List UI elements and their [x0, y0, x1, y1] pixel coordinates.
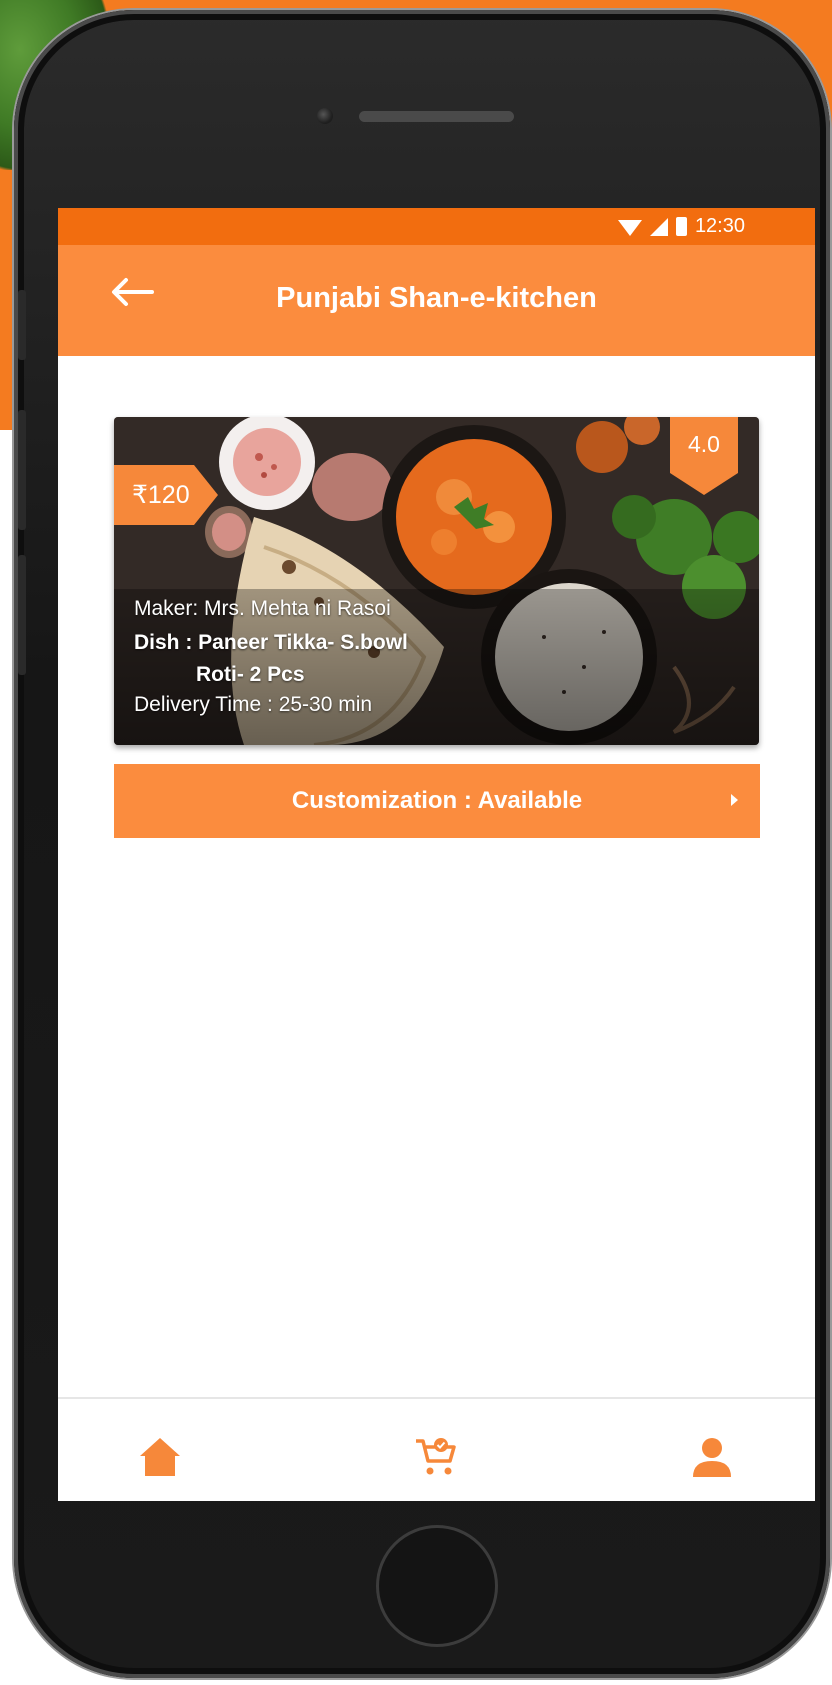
phone-side-button: [18, 290, 26, 360]
app-bar: Punjabi Shan-e-kitchen: [58, 245, 815, 356]
phone-side-button: [18, 410, 26, 530]
dish-price: ₹120: [132, 481, 190, 509]
customization-label: Customization : Available: [291, 787, 583, 814]
status-bar: 12:30: [58, 208, 815, 245]
dish-card[interactable]: ₹120 4.0 Maker: Mrs. Mehta ni Rasoi Dish…: [114, 417, 759, 745]
earpiece-speaker: [359, 111, 514, 122]
battery-icon: [675, 217, 687, 236]
signal-icon: [649, 217, 668, 236]
maker-label: Maker: Mrs. Mehta ni Rasoi: [134, 597, 391, 620]
bottom-navigation: [58, 1397, 815, 1501]
home-hardware-button[interactable]: [376, 1525, 498, 1647]
wifi-icon: [617, 219, 642, 236]
front-camera: [317, 108, 333, 124]
chevron-right-icon: [731, 794, 738, 806]
dish-roti-line: Roti- 2 Pcs: [196, 663, 305, 686]
profile-icon[interactable]: [690, 1435, 734, 1479]
rating-value: 4.0: [688, 431, 720, 457]
cart-icon[interactable]: [414, 1435, 458, 1479]
status-time: 12:30: [694, 215, 745, 237]
phone-frame: 12:30 Punjabi Shan-e-kitchen ₹120 4.0 Ma…: [14, 10, 830, 1678]
dish-name-line: Dish : Paneer Tikka- S.bowl: [134, 631, 408, 654]
phone-side-button: [18, 555, 26, 675]
delivery-time: Delivery Time : 25-30 min: [134, 693, 373, 716]
page-title: Punjabi Shan-e-kitchen: [276, 282, 597, 314]
customization-button[interactable]: Customization : Available: [114, 764, 760, 838]
home-icon[interactable]: [138, 1435, 182, 1479]
app-screen: 12:30 Punjabi Shan-e-kitchen ₹120 4.0 Ma…: [58, 208, 815, 1501]
